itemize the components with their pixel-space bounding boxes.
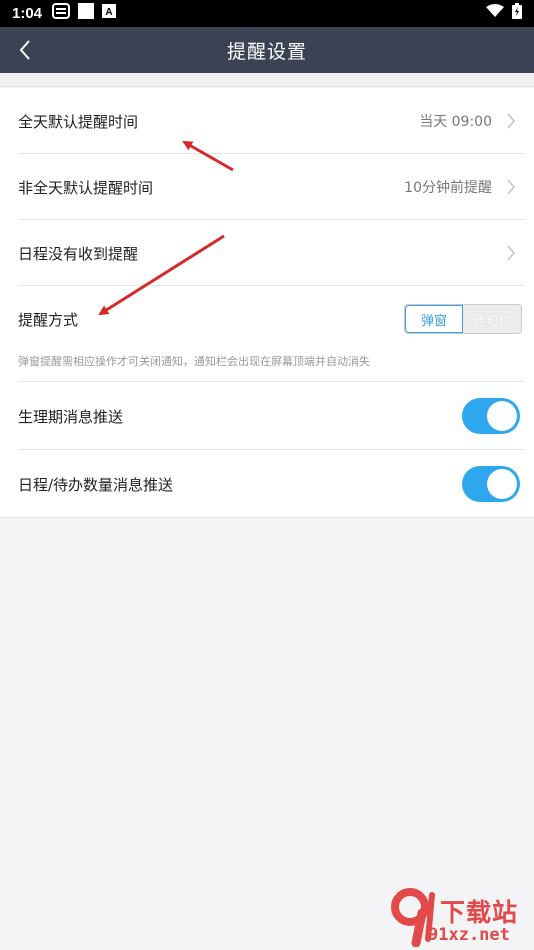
back-button[interactable]: [10, 35, 40, 65]
watermark-url: 91xz.net: [428, 925, 510, 945]
toggle-knob: [487, 401, 517, 431]
allday-time-label: 全天默认提醒时间: [18, 112, 139, 131]
wifi-icon: [486, 4, 504, 23]
non-allday-time-value: 10分钟前提醒: [404, 180, 492, 196]
status-bar: 1:04 A: [0, 0, 534, 27]
reminder-mode-row: 提醒方式 弹窗 通知栏: [0, 286, 534, 352]
reminder-mode-hint: 弹窗提醒需相应操作才可关闭通知，通知栏会出现在屏幕顶端并自动消失: [18, 355, 370, 368]
period-push-row: 生理期消息推送: [0, 382, 534, 450]
a-icon: A: [102, 4, 117, 23]
todo-push-label: 日程/待办数量消息推送: [18, 475, 174, 494]
mode-notification-option[interactable]: 通知栏: [463, 305, 521, 333]
watermark-brand: 下载站: [440, 898, 519, 927]
todo-push-row: 日程/待办数量消息推送: [0, 450, 534, 518]
reminder-mode-segmented: 弹窗 通知栏: [404, 304, 522, 334]
nav-bar: 提醒设置: [0, 27, 534, 73]
svg-text:A: A: [105, 7, 112, 18]
watermark: 下载站 91xz.net: [388, 885, 534, 950]
status-time: 1:04: [12, 5, 43, 22]
settings-list: 全天默认提醒时间 当天 09:00 非全天默认提醒时间 10分钟前提醒 日程没有…: [0, 88, 534, 518]
chevron-right-icon: [506, 245, 516, 261]
allday-time-value: 当天 09:00: [419, 114, 492, 130]
chevron-right-icon: [506, 179, 516, 195]
period-push-toggle[interactable]: [462, 398, 520, 434]
mode-popup-option[interactable]: 弹窗: [405, 305, 463, 333]
square-icon: [78, 3, 95, 24]
not-received-row[interactable]: 日程没有收到提醒: [0, 220, 534, 286]
chevron-right-icon: [506, 113, 516, 129]
todo-push-toggle[interactable]: [462, 466, 520, 502]
allday-time-row[interactable]: 全天默认提醒时间 当天 09:00: [0, 88, 534, 154]
page-title: 提醒设置: [226, 40, 307, 63]
non-allday-time-row[interactable]: 非全天默认提醒时间 10分钟前提醒: [0, 154, 534, 220]
not-received-label: 日程没有收到提醒: [18, 244, 139, 263]
battery-icon: [512, 3, 522, 24]
section-gap: [0, 73, 534, 87]
chevron-left-icon: [19, 40, 30, 60]
reminder-mode-label: 提醒方式: [18, 310, 79, 329]
media-icon: [52, 3, 71, 24]
non-allday-time-label: 非全天默认提醒时间: [18, 178, 154, 197]
toggle-knob: [487, 469, 517, 499]
period-push-label: 生理期消息推送: [18, 407, 124, 426]
